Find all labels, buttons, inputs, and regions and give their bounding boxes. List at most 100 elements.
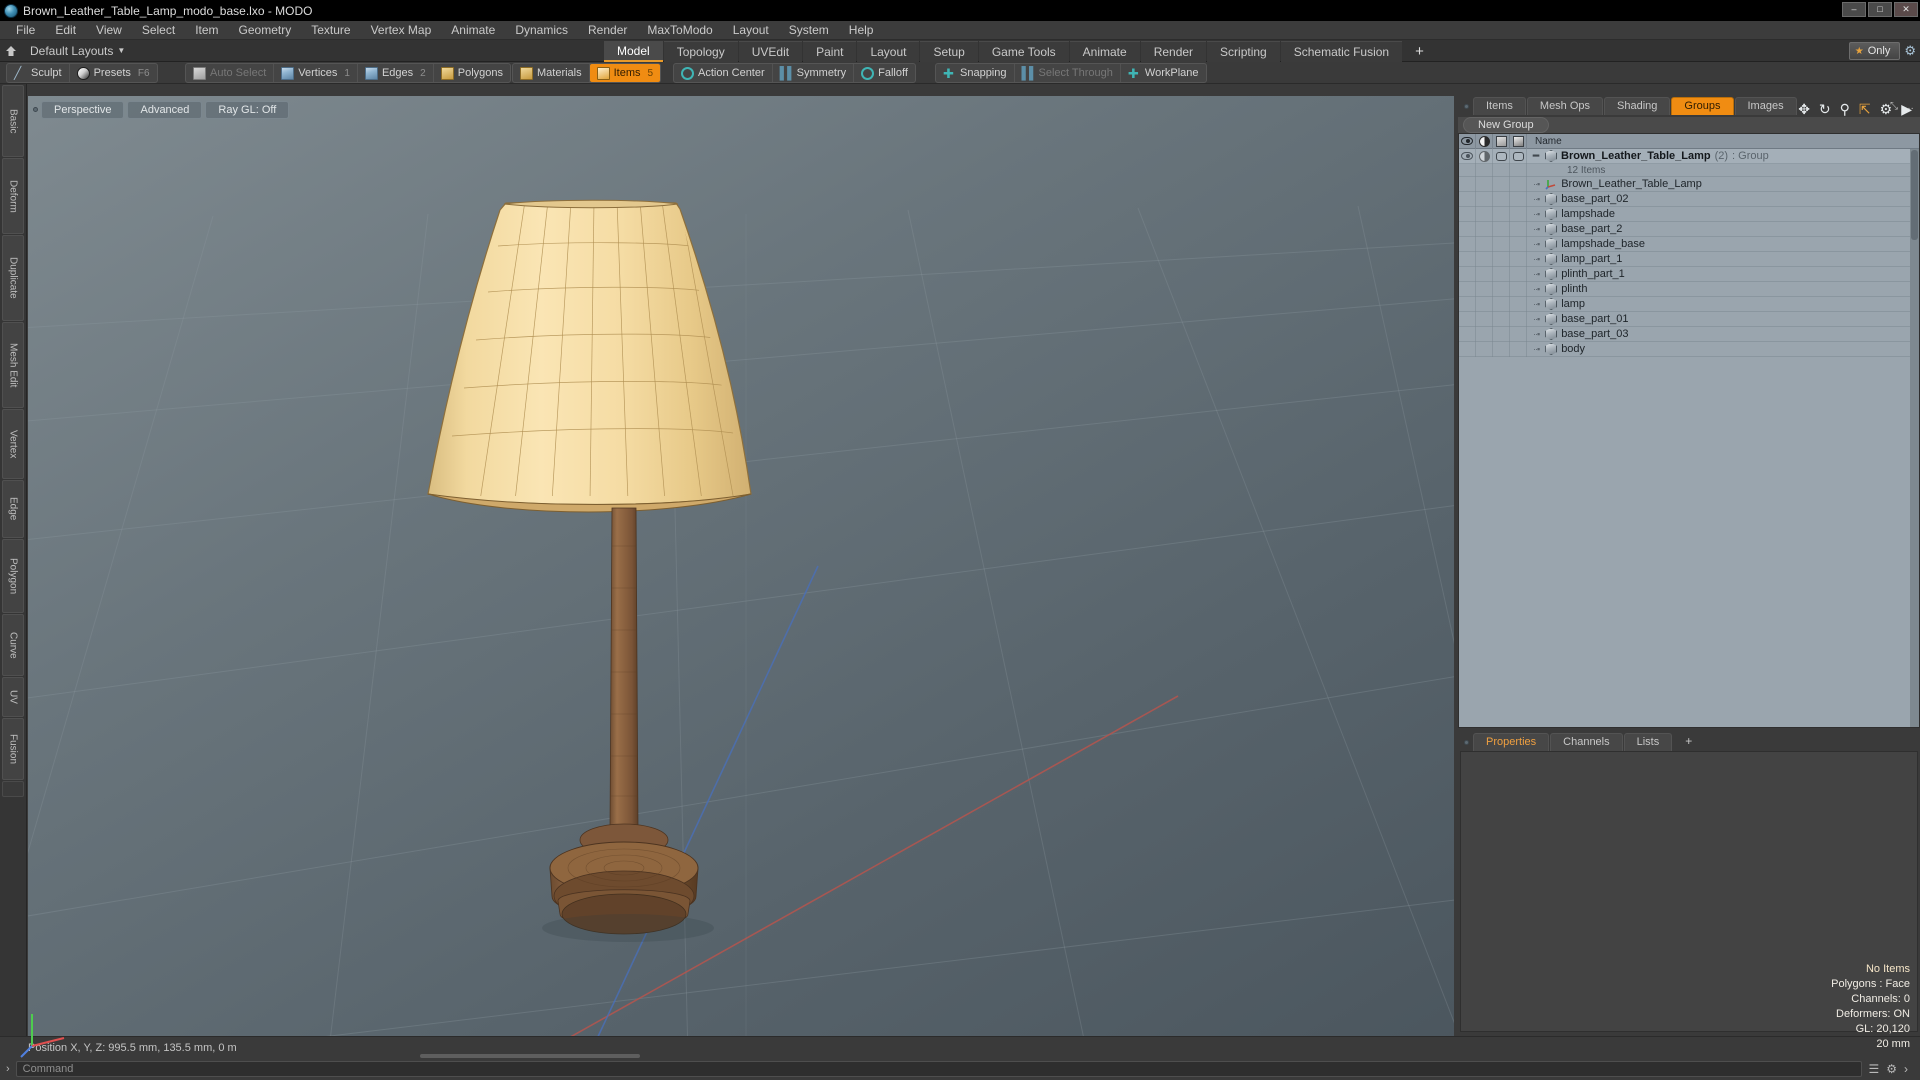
materials-button[interactable]: Materials (513, 64, 590, 82)
menu-edit[interactable]: Edit (45, 21, 86, 40)
auto-select-button[interactable]: Auto Select (186, 64, 275, 82)
zoom-icon[interactable]: ⚲ (1840, 102, 1850, 116)
sidebar-item-duplicate[interactable]: Duplicate (2, 235, 24, 321)
tree-row[interactable]: ··▪ lampshade (1459, 206, 1919, 222)
minimize-button[interactable]: – (1842, 2, 1866, 17)
settings-gear-icon[interactable]: ⚙ (1904, 43, 1916, 59)
row-visibility[interactable] (1459, 251, 1476, 267)
menu-help[interactable]: Help (839, 21, 884, 40)
row-render[interactable] (1493, 176, 1510, 192)
row-wireframe[interactable] (1510, 281, 1527, 297)
row-visibility[interactable] (1459, 326, 1476, 342)
edges-button[interactable]: Edges 2 (358, 64, 434, 82)
presets-button[interactable]: Presets F6 (70, 64, 157, 82)
row-render[interactable] (1493, 236, 1510, 252)
row-visibility[interactable] (1459, 281, 1476, 297)
row-render[interactable] (1493, 341, 1510, 357)
tab-images[interactable]: Images (1734, 97, 1797, 115)
tree-row[interactable]: ··▪ lampshade_base (1459, 236, 1919, 252)
viewport-raygl-button[interactable]: Ray GL: Off (205, 100, 290, 119)
menu-geometry[interactable]: Geometry (229, 21, 302, 40)
row-render[interactable] (1493, 191, 1510, 207)
rotate-icon[interactable]: ↻ (1819, 102, 1831, 116)
maximize-button[interactable]: □ (1868, 2, 1892, 17)
row-shading[interactable] (1476, 311, 1493, 327)
3d-viewport[interactable] (28, 96, 1454, 1058)
add-tab-button[interactable]: + (1403, 41, 1436, 62)
tab-lists[interactable]: Lists (1623, 733, 1673, 751)
row-visibility[interactable] (1459, 236, 1476, 252)
sidebar-item-deform[interactable]: Deform (2, 158, 24, 234)
command-input[interactable]: Command (15, 1061, 1863, 1077)
tab-paint[interactable]: Paint (803, 41, 857, 62)
tree-row-group-header[interactable]: ━ Brown_Leather_Table_Lamp (2) : Group (1459, 148, 1919, 164)
tab-topology[interactable]: Topology (663, 41, 738, 62)
row-visibility[interactable] (1459, 266, 1476, 282)
row-wireframe[interactable] (1510, 221, 1527, 237)
tab-shading[interactable]: Shading (1604, 97, 1671, 115)
move-icon[interactable]: ✥ (1798, 102, 1810, 116)
tree-row[interactable]: ··▪ body (1459, 341, 1919, 357)
menu-render[interactable]: Render (578, 21, 637, 40)
row-wireframe[interactable] (1510, 206, 1527, 222)
menu-vertex-map[interactable]: Vertex Map (361, 21, 442, 40)
select-through-button[interactable]: ▌▌ Select Through (1015, 64, 1121, 82)
row-shading[interactable] (1476, 326, 1493, 342)
tab-scripting[interactable]: Scripting (1207, 41, 1280, 62)
snapping-button[interactable]: ✚ Snapping (936, 64, 1015, 82)
tab-render[interactable]: Render (1140, 41, 1207, 62)
render-toggle[interactable] (1493, 148, 1510, 164)
tab-schematic-fusion[interactable]: Schematic Fusion (1280, 41, 1403, 62)
tab-properties[interactable]: Properties (1473, 733, 1550, 751)
menu-system[interactable]: System (779, 21, 839, 40)
tab-uvedit[interactable]: UVEdit (738, 41, 803, 62)
row-render[interactable] (1493, 206, 1510, 222)
tab-mesh-ops[interactable]: Mesh Ops (1526, 97, 1604, 115)
row-shading[interactable] (1476, 191, 1493, 207)
shading-icon[interactable] (1476, 133, 1493, 149)
row-shading[interactable] (1476, 281, 1493, 297)
tab-groups[interactable]: Groups (1671, 97, 1734, 115)
row-shading[interactable] (1476, 221, 1493, 237)
row-shading[interactable] (1476, 176, 1493, 192)
tree-row[interactable]: ··▪ lamp_part_1 (1459, 251, 1919, 267)
menu-file[interactable]: File (6, 21, 45, 40)
row-shading[interactable] (1476, 341, 1493, 357)
row-wireframe[interactable] (1510, 176, 1527, 192)
falloff-button[interactable]: Falloff (854, 64, 915, 82)
menu-item[interactable]: Item (185, 21, 228, 40)
tree-expand-icon[interactable]: ━ (1533, 151, 1539, 162)
polygons-button[interactable]: Polygons (434, 64, 510, 82)
row-visibility[interactable] (1459, 341, 1476, 357)
sidebar-item-polygon[interactable]: Polygon (2, 539, 24, 613)
sidebar-item-mesh-edit[interactable]: Mesh Edit (2, 322, 24, 408)
row-render[interactable] (1493, 281, 1510, 297)
menu-dynamics[interactable]: Dynamics (505, 21, 578, 40)
tree-row[interactable]: ··▪ base_part_02 (1459, 191, 1919, 207)
chevron-down-icon[interactable]: ▼ (117, 46, 125, 55)
tree-scrollbar[interactable] (1910, 149, 1919, 727)
command-arrow-icon[interactable]: › (1904, 1062, 1908, 1076)
tree-row[interactable]: ··▪ plinth (1459, 281, 1919, 297)
tree-row[interactable]: ··▪ base_part_03 (1459, 326, 1919, 342)
tree-row[interactable]: ··▪ plinth_part_1 (1459, 266, 1919, 282)
row-visibility[interactable] (1459, 206, 1476, 222)
fit-icon[interactable]: ⇱ (1859, 102, 1871, 116)
menu-animate[interactable]: Animate (441, 21, 505, 40)
wireframe-toggle[interactable] (1510, 148, 1527, 164)
tab-layout[interactable]: Layout (857, 41, 920, 62)
row-wireframe[interactable] (1510, 326, 1527, 342)
menu-maxtomodo[interactable]: MaxToModo (637, 21, 722, 40)
items-button[interactable]: Items 5 (589, 64, 661, 82)
row-visibility[interactable] (1459, 191, 1476, 207)
tree-row[interactable]: ··▪ base_part_2 (1459, 221, 1919, 237)
viewport-menu-dot-icon[interactable] (33, 107, 38, 112)
row-wireframe[interactable] (1510, 191, 1527, 207)
wireframe-icon[interactable] (1510, 133, 1527, 149)
tree-row[interactable]: ··▪ Brown_Leather_Table_Lamp (1459, 176, 1919, 192)
row-shading[interactable] (1476, 266, 1493, 282)
command-gear-icon[interactable]: ⚙ (1886, 1062, 1897, 1076)
row-wireframe[interactable] (1510, 296, 1527, 312)
tab-game-tools[interactable]: Game Tools (978, 41, 1069, 62)
sidebar-item-curve[interactable]: Curve (2, 614, 24, 676)
